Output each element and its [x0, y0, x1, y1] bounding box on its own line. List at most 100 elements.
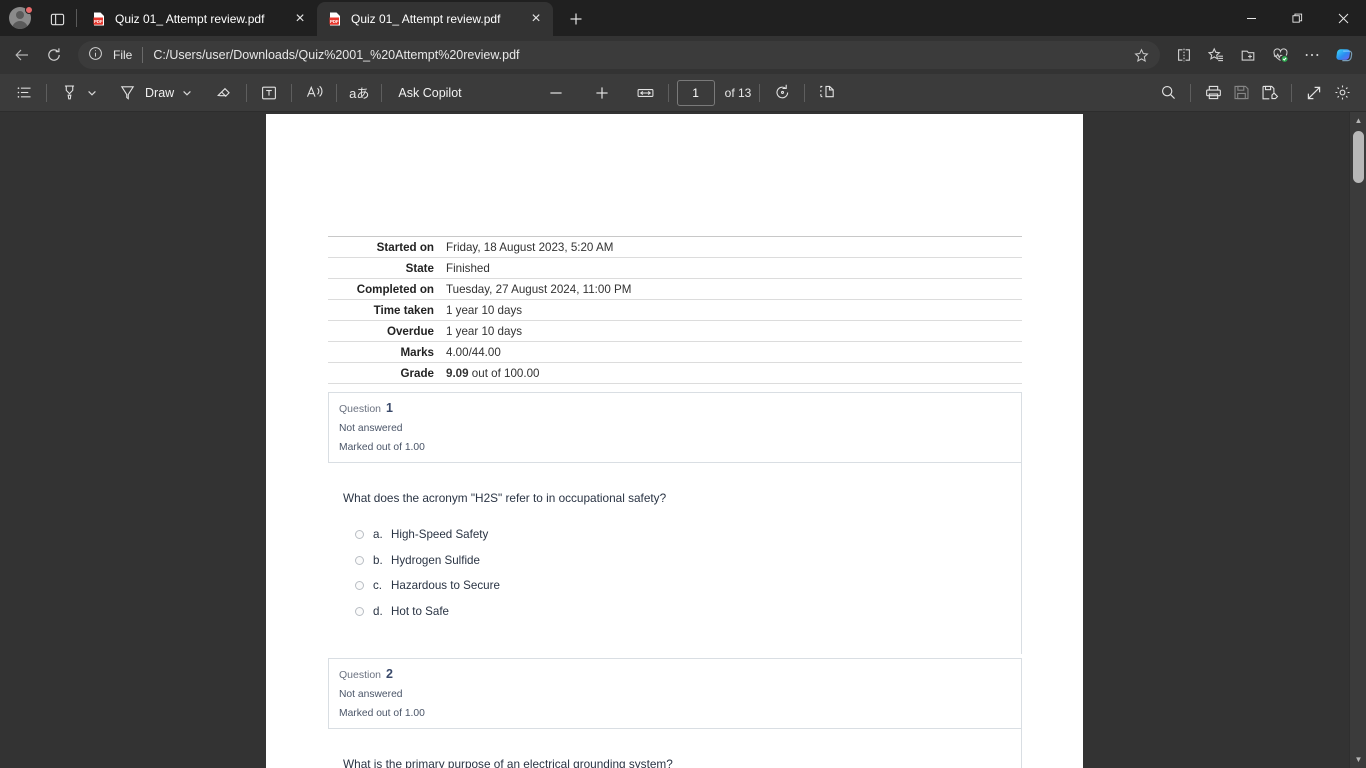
profile-button[interactable] [0, 0, 40, 36]
question-prefix: Question [339, 669, 382, 681]
summary-label: Marks [328, 341, 446, 363]
answer-text: Hydrogen Sulfide [391, 553, 480, 567]
star-icon[interactable] [1128, 43, 1154, 67]
read-aloud-icon[interactable] [300, 79, 328, 107]
scroll-up-arrow[interactable]: ▲ [1350, 112, 1366, 129]
fit-to-width-icon[interactable] [632, 79, 660, 107]
url-scheme-label: File [113, 48, 133, 62]
address-omnibox[interactable]: File C:/Users/user/Downloads/Quiz%2001_%… [78, 41, 1160, 69]
radio-button-icon[interactable] [355, 530, 364, 540]
toolbar-divider [291, 83, 293, 102]
eraser-icon[interactable] [210, 79, 238, 107]
fullscreen-icon[interactable] [1300, 79, 1328, 107]
answer-option-a[interactable]: a. High-Speed Safety [355, 522, 1021, 548]
print-icon[interactable] [1199, 79, 1227, 107]
translate-glyph: aあ [349, 86, 370, 101]
close-button[interactable] [1320, 0, 1366, 36]
question-number: 1 [385, 401, 393, 415]
pdf-toolbar: Draw aあ Ask Copilot 1 of 13 [0, 74, 1366, 112]
vertical-scrollbar[interactable]: ▲ ▼ [1349, 112, 1366, 768]
url-text[interactable]: C:/Users/user/Downloads/Quiz%2001_%20Att… [153, 48, 1128, 62]
highlighter-icon[interactable] [55, 79, 83, 107]
answer-option-d[interactable]: d. Hot to Safe [355, 599, 1021, 625]
table-row-grade: Grade 9.09 out of 100.00 [328, 362, 1022, 384]
copilot-icon[interactable] [1328, 39, 1360, 71]
omnibox-divider [142, 47, 144, 63]
answer-letter: a. [373, 528, 383, 542]
maximize-button[interactable] [1274, 0, 1320, 36]
page-number-input[interactable]: 1 [676, 79, 715, 106]
answer-options: a. High-Speed Safety b. Hydrogen Sulfide… [328, 522, 1021, 624]
search-icon[interactable] [1154, 79, 1182, 107]
radio-button-icon[interactable] [355, 606, 364, 616]
toolbar-divider [667, 83, 669, 102]
minimize-button[interactable] [1228, 0, 1274, 36]
page-view-icon[interactable] [813, 79, 841, 107]
summary-value: Tuesday, 27 August 2024, 11:00 PM [446, 278, 1022, 300]
chevron-down-icon[interactable] [178, 80, 196, 106]
pdf-viewer[interactable]: Started on Friday, 18 August 2023, 5:20 … [0, 112, 1366, 768]
zoom-in-icon[interactable] [588, 79, 616, 107]
toolbar-divider [336, 83, 338, 102]
tab-search-icon[interactable] [40, 2, 74, 36]
attempt-summary-table: Started on Friday, 18 August 2023, 5:20 … [328, 236, 1022, 384]
table-of-contents-icon[interactable] [10, 79, 38, 107]
settings-and-more-icon[interactable]: ⋯ [1296, 39, 1328, 71]
favorites-icon[interactable] [1200, 39, 1232, 71]
grade-number: 9.09 [446, 366, 469, 380]
scroll-down-arrow[interactable]: ▼ [1350, 751, 1366, 768]
radio-button-icon[interactable] [355, 581, 364, 591]
browser-tab-2[interactable]: PDF Quiz 01_ Attempt review.pdf × [317, 2, 553, 36]
chevron-down-icon[interactable] [83, 80, 101, 106]
draw-label[interactable]: Draw [145, 86, 174, 100]
add-text-icon[interactable] [255, 79, 283, 107]
save-icon [1227, 79, 1255, 107]
save-as-icon[interactable] [1255, 79, 1283, 107]
answer-text: Hazardous to Secure [391, 579, 500, 593]
question-body: What does the acronym "H2S" refer to in … [328, 463, 1022, 654]
radio-button-icon[interactable] [355, 555, 364, 565]
summary-value: 1 year 10 days [446, 299, 1022, 321]
answer-option-c[interactable]: c. Hazardous to Secure [355, 573, 1021, 599]
split-screen-icon[interactable] [1168, 39, 1200, 71]
tab-divider [76, 9, 77, 27]
page-total-label: of 13 [724, 85, 752, 100]
question-body: What is the primary purpose of an electr… [328, 729, 1022, 768]
svg-text:PDF: PDF [330, 19, 339, 24]
summary-label: Started on [328, 236, 446, 258]
scrollbar-thumb[interactable] [1353, 131, 1364, 183]
reload-icon[interactable] [38, 39, 70, 71]
question-marked-out-of: Marked out of 1.00 [339, 442, 425, 453]
answer-letter: d. [373, 604, 383, 618]
tab-close-button[interactable]: × [289, 8, 311, 30]
question-block-2: Question 2 Not answered Marked out of 1.… [328, 658, 1022, 768]
pen-draw-icon[interactable] [113, 79, 141, 107]
new-tab-button[interactable] [559, 2, 593, 36]
question-info-box: Question 1 Not answered Marked out of 1.… [328, 392, 1022, 463]
toolbar-divider [246, 83, 248, 102]
info-circle-icon[interactable] [88, 46, 106, 64]
pdf-file-icon: PDF [327, 11, 343, 27]
back-arrow-icon[interactable] [6, 39, 38, 71]
table-row: Time taken 1 year 10 days [328, 299, 1022, 321]
collections-icon[interactable] [1232, 39, 1264, 71]
summary-label: State [328, 257, 446, 279]
ask-copilot-button[interactable]: Ask Copilot [390, 86, 469, 100]
question-text: What is the primary purpose of an electr… [343, 757, 673, 768]
question-status: Not answered [339, 423, 403, 434]
window-controls [1228, 0, 1366, 36]
browser-tab-1[interactable]: PDF Quiz 01_ Attempt review.pdf × [81, 2, 317, 36]
tab-title: Quiz 01_ Attempt review.pdf [351, 12, 501, 26]
browser-tab-bar: PDF Quiz 01_ Attempt review.pdf × PDF Qu… [0, 0, 1366, 36]
gear-icon[interactable] [1328, 79, 1356, 107]
answer-option-b[interactable]: b. Hydrogen Sulfide [355, 548, 1021, 574]
summary-value: Finished [446, 257, 1022, 279]
summary-label: Overdue [328, 320, 446, 342]
rotate-icon[interactable] [768, 79, 796, 107]
zoom-out-icon[interactable] [542, 79, 570, 107]
browser-essentials-icon[interactable] [1264, 39, 1296, 71]
translate-icon[interactable]: aあ [345, 79, 373, 107]
answer-text: High-Speed Safety [391, 528, 489, 542]
question-number: 2 [385, 667, 393, 681]
tab-close-button[interactable]: × [525, 8, 547, 30]
